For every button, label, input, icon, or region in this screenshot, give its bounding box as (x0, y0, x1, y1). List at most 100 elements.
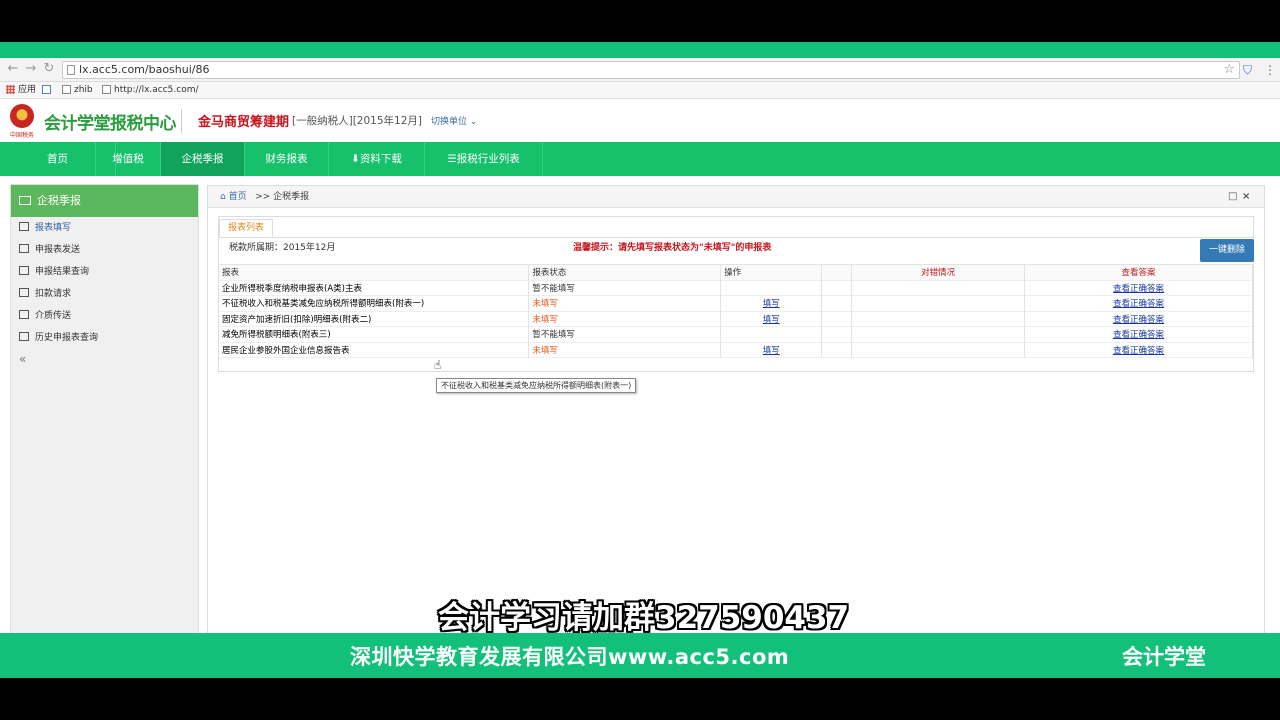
table-header-row: 报表 报表状态 操作 对错情况 查看答案 (219, 264, 1253, 280)
home-icon: ⌂ (220, 192, 226, 202)
sidebar-item-media-transfer[interactable]: 介质传送 (11, 305, 198, 327)
view-answer-link[interactable]: 查看正确答案 (1113, 330, 1164, 340)
report-status: 暂不能填写 (528, 326, 722, 342)
maximize-icon[interactable]: □ (1228, 186, 1237, 208)
view-answer-cell: 查看正确答案 (1024, 311, 1253, 327)
bookmark-label: zhib (74, 85, 93, 95)
table-row: 减免所得税额明细表(附表三) 暂不能填写 查看正确答案 (219, 326, 1253, 342)
tab-report-list[interactable]: 报表列表 (219, 219, 274, 237)
switch-unit-link[interactable]: 切换单位 ⌄ (431, 114, 477, 127)
correctness-cell (851, 311, 1026, 327)
page-icon (67, 65, 75, 75)
report-status: 暂不能填写 (528, 280, 722, 296)
table-row: 不征税收入和税基类减免应纳税所得额明细表(附表一) 未填写 填写 查看正确答案 (219, 295, 1253, 311)
fill-link[interactable]: 填写 (763, 346, 780, 356)
report-op (720, 280, 823, 296)
tooltip: 不征税收入和税基类减免应纳税所得额明细表(附表一) (436, 378, 637, 393)
sidebar-item-result-query[interactable]: 申报结果查询 (11, 261, 198, 283)
blank-cell (821, 311, 853, 327)
image-icon (42, 85, 51, 94)
main-nav: 首页 增值税 企税季报 财务报表 ⬇资料下载 ☰报税行业列表 (0, 142, 1280, 176)
report-table: 报表 报表状态 操作 对错情况 查看答案 企业所得税季度纳税申报表(A类)主表 … (219, 264, 1253, 358)
site-header: 中国税务 会计学堂报税中心 金马商贸筹建期 [一般纳税人][2015年12月] … (0, 99, 1280, 142)
col-operation: 操作 (720, 264, 823, 280)
nav-corp-tax-quarterly[interactable]: 企税季报 (161, 142, 245, 176)
logo-divider (181, 109, 182, 133)
sidebar-title: 企税季报 (37, 194, 81, 207)
report-op: 填写 (720, 342, 823, 358)
download-icon: ⬇ (351, 153, 360, 165)
blank-cell (821, 326, 853, 342)
view-answer-cell: 查看正确答案 (1024, 326, 1253, 342)
sidebar-collapse-icon[interactable]: « (11, 349, 198, 369)
table-row: 固定资产加速折旧(扣除)明细表(附表二) 未填写 填写 查看正确答案 (219, 311, 1253, 327)
list-icon: ☰ (447, 153, 457, 165)
bookmark-image[interactable] (42, 82, 54, 99)
switch-unit-label: 切换单位 (431, 117, 468, 127)
bookmark-apps[interactable]: 应用 (6, 82, 36, 99)
breadcrumb-home-label: 首页 (228, 192, 247, 202)
col-blank (821, 264, 853, 280)
bookmarks-bar: 应用 zhib http://lx.acc5.com/ (0, 82, 1280, 99)
main-panel: ⌂ 首页 >> 企税季报 □ × 报表列表 税款所属期：2015年12月 温馨提… (207, 185, 1265, 633)
address-bar[interactable]: lx.acc5.com/baoshui/86 ☆ (62, 61, 1240, 79)
reload-icon[interactable]: ↻ (42, 62, 56, 76)
view-answer-link[interactable]: 查看正确答案 (1113, 299, 1164, 309)
table-row: 企业所得税季度纳税申报表(A类)主表 暂不能填写 查看正确答案 (219, 280, 1253, 296)
site-logo[interactable]: 会计学堂报税中心 (44, 109, 177, 134)
fill-link[interactable]: 填写 (763, 299, 780, 309)
view-answer-cell: 查看正确答案 (1024, 295, 1253, 311)
bookmark-label: 应用 (18, 85, 37, 95)
company-name: 金马商贸筹建期 (198, 115, 290, 130)
view-answer-link[interactable]: 查看正确答案 (1113, 315, 1164, 325)
sidebar-item-label: 历史申报表查询 (35, 333, 99, 343)
menu-icon[interactable]: ⋮ (1264, 63, 1276, 77)
report-status: 未填写 (528, 295, 722, 311)
back-icon[interactable]: ← (6, 62, 20, 76)
sidebar-item-send-report[interactable]: 申报表发送 (11, 239, 198, 261)
report-name: 减免所得税额明细表(附表三) (219, 326, 530, 342)
close-icon[interactable]: × (1242, 186, 1250, 208)
report-name: 不征税收入和税基类减免应纳税所得额明细表(附表一) (219, 295, 530, 311)
sidebar-item-fill-report[interactable]: 报表填写 (11, 217, 198, 239)
nav-downloads[interactable]: ⬇资料下载 (329, 142, 425, 176)
breadcrumb-home[interactable]: ⌂ 首页 (220, 192, 247, 202)
bottom-green-band: 深圳快学教育发展有限公司www.acc5.com 会计学堂 (0, 633, 1280, 678)
bookmark-acc5[interactable]: http://lx.acc5.com/ (102, 82, 199, 99)
nav-industry-label: 报税行业列表 (456, 153, 520, 165)
hand-cursor-icon: ☝ (434, 358, 442, 372)
delete-all-button[interactable]: 一键删除 (1200, 239, 1254, 262)
nav-financial-statements[interactable]: 财务报表 (245, 142, 329, 176)
edit-icon (19, 222, 29, 231)
sidebar-item-label: 申报结果查询 (35, 267, 90, 277)
sidebar-item-deduction[interactable]: 扣款请求 (11, 283, 198, 305)
edit-icon (19, 244, 29, 253)
sidebar-header: 企税季报 (11, 185, 198, 217)
tab-divider (219, 237, 1253, 238)
forward-icon[interactable]: → (24, 62, 38, 76)
view-answer-link[interactable]: 查看正确答案 (1113, 284, 1164, 294)
star-icon[interactable]: ☆ (1223, 62, 1235, 78)
nav-vat[interactable]: 增值税 (95, 142, 161, 176)
report-name: 固定资产加速折旧(扣除)明细表(附表二) (219, 311, 530, 327)
view-answer-link[interactable]: 查看正确答案 (1113, 346, 1164, 356)
nav-industry-list[interactable]: ☰报税行业列表 (425, 142, 543, 176)
edit-icon (19, 310, 29, 319)
page-icon (62, 85, 71, 94)
correctness-cell (851, 295, 1026, 311)
browser-window: ← → ↻ lx.acc5.com/baoshui/86 ☆ ⛉ ⋮ 应用 zh… (0, 58, 1280, 633)
company-watermark: 深圳快学教育发展有限公司www.acc5.com (350, 645, 790, 669)
sidebar-item-history[interactable]: 历史申报表查询 (11, 327, 198, 349)
browser-toolbar: ← → ↻ lx.acc5.com/baoshui/86 ☆ ⛉ ⋮ (0, 58, 1280, 82)
report-op: 填写 (720, 295, 823, 311)
page-icon (102, 85, 111, 94)
fill-link[interactable]: 填写 (763, 315, 780, 325)
bookmark-zhib[interactable]: zhib (62, 82, 93, 99)
col-view-answer: 查看答案 (1024, 264, 1253, 280)
address-url: lx.acc5.com/baoshui/86 (79, 63, 210, 76)
brand-watermark: 会计学堂 (1122, 645, 1206, 669)
table-row: 居民企业参股外国企业信息报告表 未填写 填写 查看正确答案 (219, 342, 1253, 358)
tax-type: [一般纳税人][2015年12月] (292, 115, 422, 127)
shield-icon[interactable]: ⛉ (1243, 63, 1252, 77)
correctness-cell (851, 326, 1026, 342)
